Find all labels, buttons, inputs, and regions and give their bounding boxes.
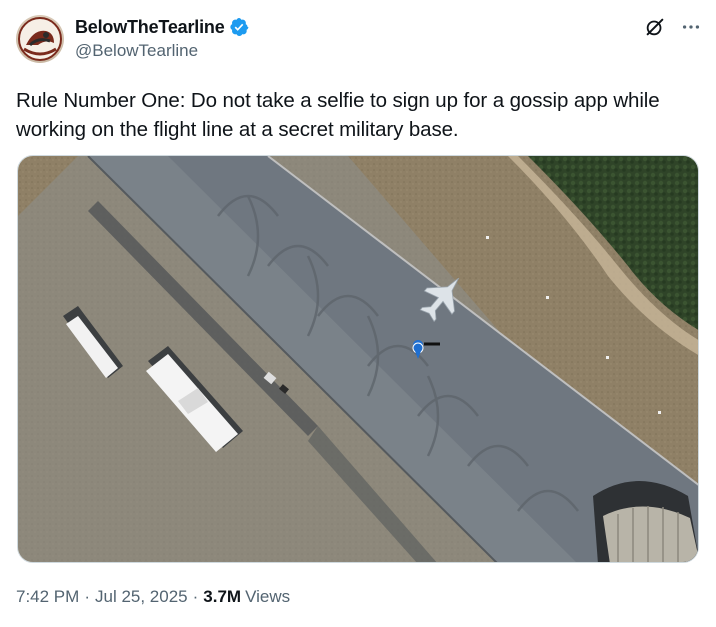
satellite-image xyxy=(18,156,698,562)
name-row: BelowTheTearline xyxy=(75,15,249,39)
tweet-date[interactable]: Jul 25, 2025 xyxy=(95,587,188,607)
top-actions xyxy=(644,16,702,38)
handle[interactable]: @BelowTearline xyxy=(75,41,249,61)
meta-separator: · xyxy=(84,587,90,606)
tweet-meta: 7:42 PM · Jul 25, 2025 · 3.7M Views xyxy=(16,587,290,607)
tweet-card: BelowTheTearline @BelowTearline Rule Num… xyxy=(0,0,716,627)
avatar-image xyxy=(16,15,64,63)
tweet-time[interactable]: 7:42 PM xyxy=(16,587,79,607)
verified-badge-icon[interactable] xyxy=(229,17,249,37)
author-block: BelowTheTearline @BelowTearline xyxy=(75,15,249,61)
display-name[interactable]: BelowTheTearline xyxy=(75,17,225,38)
more-dots-icon[interactable] xyxy=(680,16,702,38)
views-count[interactable]: 3.7M xyxy=(203,587,241,607)
tweet-text: Rule Number One: Do not take a selfie to… xyxy=(16,89,660,141)
tweet-media-image[interactable] xyxy=(17,155,699,563)
views-label: Views xyxy=(245,587,291,606)
meta-separator: · xyxy=(192,587,199,606)
grok-slash-circle-icon[interactable] xyxy=(644,16,666,38)
avatar[interactable] xyxy=(16,15,64,63)
